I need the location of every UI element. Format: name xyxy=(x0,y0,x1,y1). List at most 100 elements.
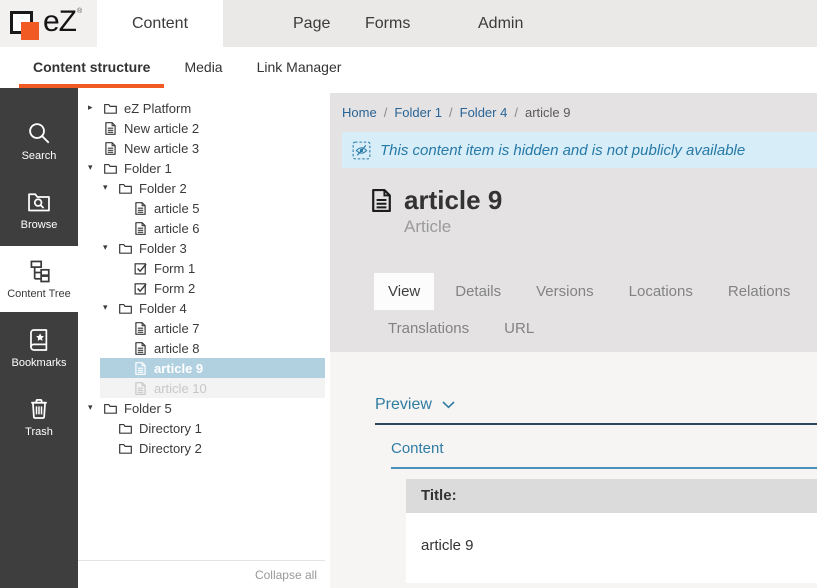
tree-item-folder-4[interactable]: ▾ Folder 4 xyxy=(78,298,325,318)
subnav-content-structure[interactable]: Content structure xyxy=(19,47,164,88)
bookmarks-icon xyxy=(26,327,52,353)
tree-item-label: New article 2 xyxy=(124,121,199,136)
folder-icon xyxy=(102,400,118,416)
tree-item-label: article 9 xyxy=(154,361,203,376)
article-icon xyxy=(132,320,148,336)
fields-table: Title:article 9 xyxy=(406,479,817,583)
tree-expand-arrow[interactable]: ▾ xyxy=(103,298,117,318)
tree-item-folder-2[interactable]: ▾ Folder 2 xyxy=(78,178,325,198)
tree-item-label: Folder 3 xyxy=(139,241,187,256)
sidebar-item-browse[interactable]: Browse xyxy=(0,177,78,243)
folder-icon xyxy=(117,180,133,196)
sidebar-item-search[interactable]: Search xyxy=(0,108,78,174)
search-icon xyxy=(26,120,52,146)
article-icon xyxy=(132,380,148,396)
breadcrumb-separator: / xyxy=(384,105,388,120)
tab-relations[interactable]: Relations xyxy=(714,273,805,310)
folder-icon xyxy=(102,160,118,176)
content-tabs: ViewDetailsVersionsLocationsRelations Tra… xyxy=(374,273,817,347)
nav-forms[interactable]: Forms xyxy=(365,0,410,47)
tree-item-folder-1[interactable]: ▾Folder 1 xyxy=(78,158,325,178)
tab-view[interactable]: View xyxy=(374,273,434,310)
content-type-label: Article xyxy=(404,217,502,237)
tree-item-article-6[interactable]: article 6 xyxy=(78,218,325,238)
breadcrumb: Home/Folder 1/Folder 4/article 9 xyxy=(330,93,817,120)
tree-item-article-8[interactable]: article 8 xyxy=(78,338,325,358)
breadcrumb-current: article 9 xyxy=(525,105,571,120)
tab-details[interactable]: Details xyxy=(441,273,515,310)
tree-item-label: Folder 2 xyxy=(139,181,187,196)
hidden-alert-banner: This content item is hidden and is not p… xyxy=(342,132,817,168)
article-icon xyxy=(368,185,395,216)
sidebar-item-content-tree[interactable]: Content Tree xyxy=(0,246,78,312)
sidebar-item-label: Bookmarks xyxy=(11,358,66,369)
tree-item-directory-2[interactable]: Directory 2 xyxy=(78,438,325,458)
folder-icon xyxy=(102,100,118,116)
tree-expand-arrow[interactable]: ▸ xyxy=(88,98,102,118)
tree-item-folder-5[interactable]: ▾Folder 5 xyxy=(78,398,325,418)
article-icon xyxy=(132,360,148,376)
preview-heading: Preview xyxy=(375,396,432,414)
subnav-media[interactable]: Media xyxy=(170,47,236,88)
collapse-all-button[interactable]: Collapse all xyxy=(255,561,325,582)
sidebar-item-label: Search xyxy=(22,151,57,162)
tree-item-new-article-3[interactable]: New article 3 xyxy=(78,138,325,158)
chevron-down-icon xyxy=(442,401,455,409)
tree-item-label: Directory 2 xyxy=(139,441,202,456)
tree-item-article-7[interactable]: article 7 xyxy=(78,318,325,338)
content-tree-icon xyxy=(26,258,52,284)
tab-translations[interactable]: Translations xyxy=(374,310,483,347)
nav-admin[interactable]: Admin xyxy=(478,0,523,47)
tree-expand-arrow[interactable]: ▾ xyxy=(103,238,117,258)
breadcrumb-separator: / xyxy=(514,105,518,120)
breadcrumb-link-home[interactable]: Home xyxy=(342,105,377,120)
tab-url[interactable]: URL xyxy=(490,310,548,347)
topbar: eZ ® Content Page Forms Admin xyxy=(0,0,817,47)
tree-item-form-2[interactable]: Form 2 xyxy=(78,278,325,298)
trash-icon xyxy=(26,396,52,422)
alert-text: This content item is hidden and is not p… xyxy=(380,142,745,159)
tree-item-label: Form 1 xyxy=(154,261,195,276)
content-tree: ▸eZ PlatformNew article 2New article 3▾F… xyxy=(78,88,325,458)
tree-item-label: article 5 xyxy=(154,201,200,216)
breadcrumb-link-folder-4[interactable]: Folder 4 xyxy=(460,105,508,120)
ez-logo[interactable]: eZ ® xyxy=(0,0,97,47)
tree-item-label: Form 2 xyxy=(154,281,195,296)
sidebar-item-trash[interactable]: Trash xyxy=(0,384,78,450)
sidebar-item-bookmarks[interactable]: Bookmarks xyxy=(0,315,78,381)
tab-versions[interactable]: Versions xyxy=(522,273,608,310)
tree-item-new-article-2[interactable]: New article 2 xyxy=(78,118,325,138)
view-tab-panel: Preview Content Title:article 9 xyxy=(330,352,817,588)
nav-page[interactable]: Page xyxy=(293,0,330,47)
tree-expand-arrow[interactable]: ▾ xyxy=(103,178,117,198)
tree-item-label: New article 3 xyxy=(124,141,199,156)
article-icon xyxy=(102,140,118,156)
preview-section-toggle[interactable]: Preview xyxy=(330,352,817,414)
tree-item-label: article 8 xyxy=(154,341,200,356)
folder-icon xyxy=(117,420,133,436)
tree-item-label: Folder 4 xyxy=(139,301,187,316)
field-label: Title: xyxy=(406,479,817,513)
main-content: Home/Folder 1/Folder 4/article 9 This co… xyxy=(325,88,817,588)
tree-footer: Collapse all xyxy=(78,560,325,588)
tree-expand-arrow[interactable]: ▾ xyxy=(88,158,102,178)
hidden-eye-icon xyxy=(352,141,371,160)
tree-item-article-5[interactable]: article 5 xyxy=(78,198,325,218)
tree-item-directory-1[interactable]: Directory 1 xyxy=(78,418,325,438)
tree-expand-arrow[interactable]: ▾ xyxy=(88,398,102,418)
tree-item-article-10[interactable]: article 10 xyxy=(78,378,325,398)
article-icon xyxy=(102,120,118,136)
tree-item-folder-3[interactable]: ▾ Folder 3 xyxy=(78,238,325,258)
tab-locations[interactable]: Locations xyxy=(615,273,707,310)
breadcrumb-link-folder-1[interactable]: Folder 1 xyxy=(394,105,442,120)
tree-item-label: article 7 xyxy=(154,321,200,336)
nav-content[interactable]: Content xyxy=(97,0,223,48)
sidebar-item-label: Content Tree xyxy=(7,289,71,300)
tree-item-article-9[interactable]: article 9 xyxy=(78,358,325,378)
folder-icon xyxy=(117,440,133,456)
content-header: Home/Folder 1/Folder 4/article 9 This co… xyxy=(330,93,817,352)
subnav-link-manager[interactable]: Link Manager xyxy=(243,47,356,88)
logo-text: eZ xyxy=(43,4,76,40)
tree-item-ez-platform[interactable]: ▸eZ Platform xyxy=(78,98,325,118)
tree-item-form-1[interactable]: Form 1 xyxy=(78,258,325,278)
